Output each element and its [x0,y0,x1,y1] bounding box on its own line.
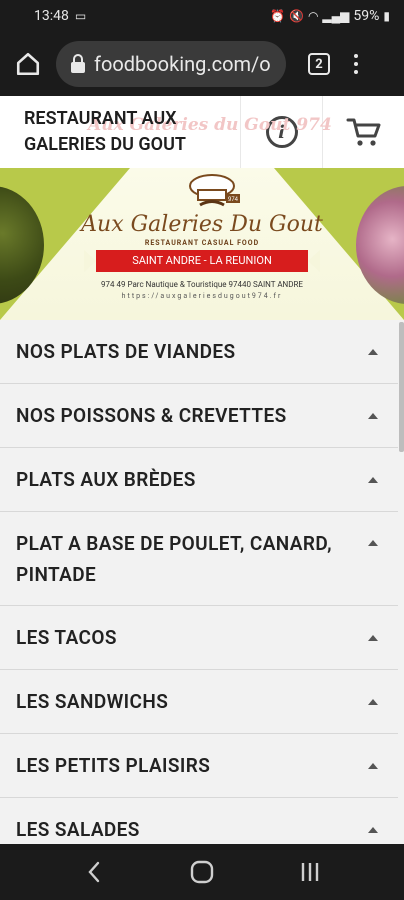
address-text: 974 49 Parc Nautique & Touristique 97440… [101,280,303,289]
collapse-icon [368,762,378,769]
chef-hat-icon: 974 [189,174,240,207]
collapse-icon [368,826,378,833]
battery-percent: 59% [353,8,380,24]
more-vert-icon [354,54,358,58]
category-label: NOS PLATS DE VIANDES [16,340,236,363]
wifi-icon: ◠ [307,9,319,23]
category-item[interactable]: PLATS AUX BRÈDES [0,448,398,512]
mute-icon: 🔇 [288,9,304,23]
site-header: Aux Galeries du Gout 974 RESTAURANT AUX … [0,96,404,168]
system-nav-bar [0,844,404,900]
tab-switcher-button[interactable]: 2 [308,53,330,75]
collapse-icon [368,698,378,705]
category-item[interactable]: LES TACOS [0,606,398,670]
home-nav-button[interactable] [172,844,232,900]
status-icons: ⏰ 🔇 ◠ ▂▄▆ 59% ▮ [270,8,390,24]
cart-icon [346,118,380,146]
collapse-icon [368,540,378,546]
location-ribbon: SAINT ANDRE - LA REUNION [96,250,308,272]
logo-subtitle: RESTAURANT CASUAL FOOD [144,239,260,247]
logo-badge: 974 [228,197,239,203]
collapse-icon [368,348,378,355]
category-item[interactable]: NOS POISSONS & CREVETTES [0,384,398,448]
home-icon [16,52,40,76]
category-item[interactable]: LES SANDWICHS [0,670,398,734]
website-text: https://auxgaleriesdugout974.fr [121,292,283,300]
restaurant-logo: 974 Aux Galeries Du Gout RESTAURANT CASU… [70,168,334,320]
menu-category-list: NOS PLATS DE VIANDES NOS POISSONS & CREV… [0,320,398,862]
category-label: LES SANDWICHS [16,690,169,713]
battery-icon: ▮ [383,9,390,23]
url-bar[interactable]: foodbooking.com/o [56,41,286,87]
back-button[interactable] [64,844,124,900]
title-line-1: RESTAURANT AUX [24,108,177,129]
cart-button[interactable] [322,96,404,168]
category-label: NOS POISSONS & CREVETTES [16,404,287,427]
recents-icon [301,863,319,881]
restaurant-banner: 974 Aux Galeries Du Gout RESTAURANT CASU… [0,168,404,320]
browser-toolbar: foodbooking.com/o 2 [0,32,404,96]
category-label: LES TACOS [16,626,117,649]
collapse-icon [368,476,378,483]
category-label: PLATS AUX BRÈDES [16,468,196,491]
scrollbar[interactable] [399,322,404,452]
screen-record-icon: ▭ [74,9,87,23]
url-text: foodbooking.com/o [94,52,271,76]
category-item[interactable]: PLAT A BASE DE POULET, CANARD, PINTADE [0,512,398,606]
collapse-icon [368,634,378,641]
home-button[interactable] [0,32,56,96]
collapse-icon [368,412,378,419]
recents-button[interactable] [280,844,340,900]
status-bar: 13:48 ▭ ⏰ 🔇 ◠ ▂▄▆ 59% ▮ [0,0,404,32]
category-item[interactable]: NOS PLATS DE VIANDES [0,320,398,384]
category-item[interactable]: LES PETITS PLAISIRS [0,734,398,798]
alarm-icon: ⏰ [270,9,285,23]
category-label: LES SALADES [16,818,140,841]
restaurant-title: Aux Galeries du Gout 974 RESTAURANT AUX … [0,96,332,168]
status-time: 13:48 [34,8,69,24]
category-label: LES PETITS PLAISIRS [16,754,211,777]
title-line-2: GALERIES DU GOUT [24,134,186,155]
signal-icon: ▂▄▆ [322,9,350,23]
category-label: PLAT A BASE DE POULET, CANARD, PINTADE [16,532,332,586]
logo-script: Aux Galeries Du Gout [81,212,323,237]
back-icon [88,861,100,883]
home-circle-icon [190,860,214,884]
lock-icon [70,54,86,74]
browser-menu-button[interactable] [354,54,358,74]
